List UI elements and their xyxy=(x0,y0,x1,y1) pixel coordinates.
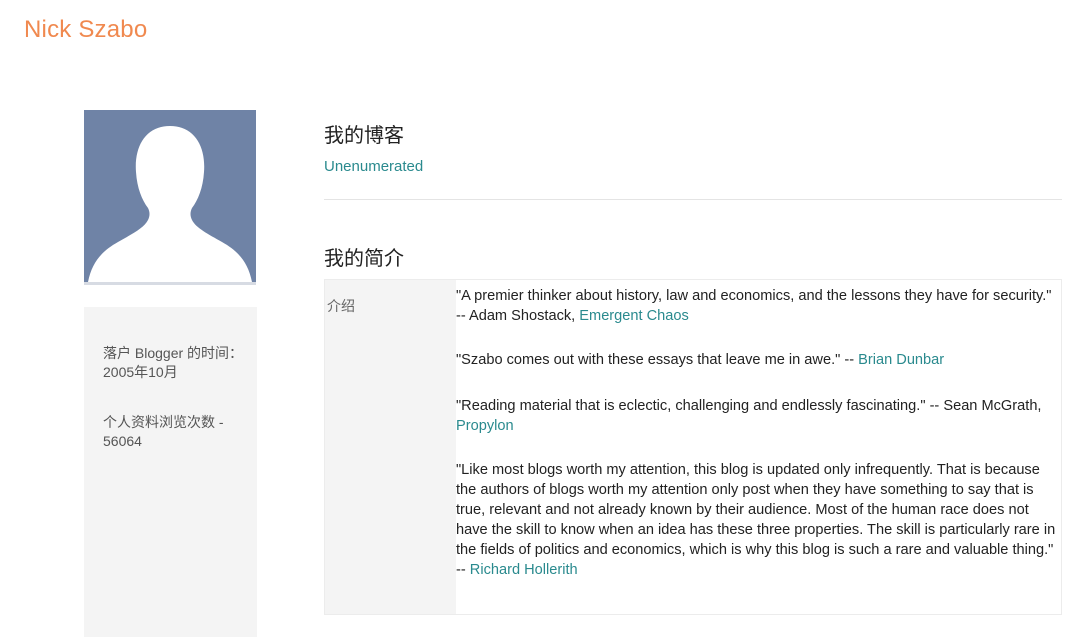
quote-text: "Like most blogs worth my attention, thi… xyxy=(456,462,1056,578)
quote-item: "A premier thinker about history, law an… xyxy=(456,286,1056,326)
profile-views-label: 个人资料浏览次数 - xyxy=(103,414,224,430)
profile-views-value: 56064 xyxy=(103,433,142,449)
quote-text: "A premier thinker about history, law an… xyxy=(456,288,1052,324)
quote-text: "Szabo comes out with these essays that … xyxy=(456,352,859,368)
quote-source-link[interactable]: Richard Hollerith xyxy=(470,562,578,578)
blog-link-unenumerated[interactable]: Unenumerated xyxy=(324,158,423,175)
avatar-shadow xyxy=(84,282,256,285)
quote-source-link[interactable]: Emergent Chaos xyxy=(579,308,689,324)
profile-views: 个人资料浏览次数 - 56064 xyxy=(103,413,253,451)
member-since-value: 2005年10月 xyxy=(103,364,178,380)
intro-label: 介绍 xyxy=(327,298,355,314)
quote-item: "Szabo comes out with these essays that … xyxy=(456,350,1056,370)
section-divider xyxy=(324,199,1062,200)
quote-text: "Reading material that is eclectic, chal… xyxy=(456,398,1042,414)
quote-item: "Reading material that is eclectic, chal… xyxy=(456,396,1056,436)
intro-table: 介绍 "A premier thinker about history, law… xyxy=(324,279,1062,615)
quote-source-link[interactable]: Brian Dunbar xyxy=(858,352,944,368)
intro-label-cell: 介绍 xyxy=(325,280,456,614)
profile-avatar xyxy=(84,110,256,282)
default-user-silhouette-icon xyxy=(88,126,252,282)
profile-stats-panel: 落户 Blogger 的时间： 2005年10月 个人资料浏览次数 - 5606… xyxy=(84,307,257,637)
member-since-label: 落户 Blogger 的时间： xyxy=(103,345,244,361)
quote-source-link[interactable]: Propylon xyxy=(456,418,514,434)
site-title[interactable]: Nick Szabo xyxy=(24,16,147,44)
member-since: 落户 Blogger 的时间： 2005年10月 xyxy=(103,344,253,382)
quote-item: "Like most blogs worth my attention, thi… xyxy=(456,460,1060,580)
my-intro-heading: 我的简介 xyxy=(324,246,404,270)
my-blogs-heading: 我的博客 xyxy=(324,123,404,147)
